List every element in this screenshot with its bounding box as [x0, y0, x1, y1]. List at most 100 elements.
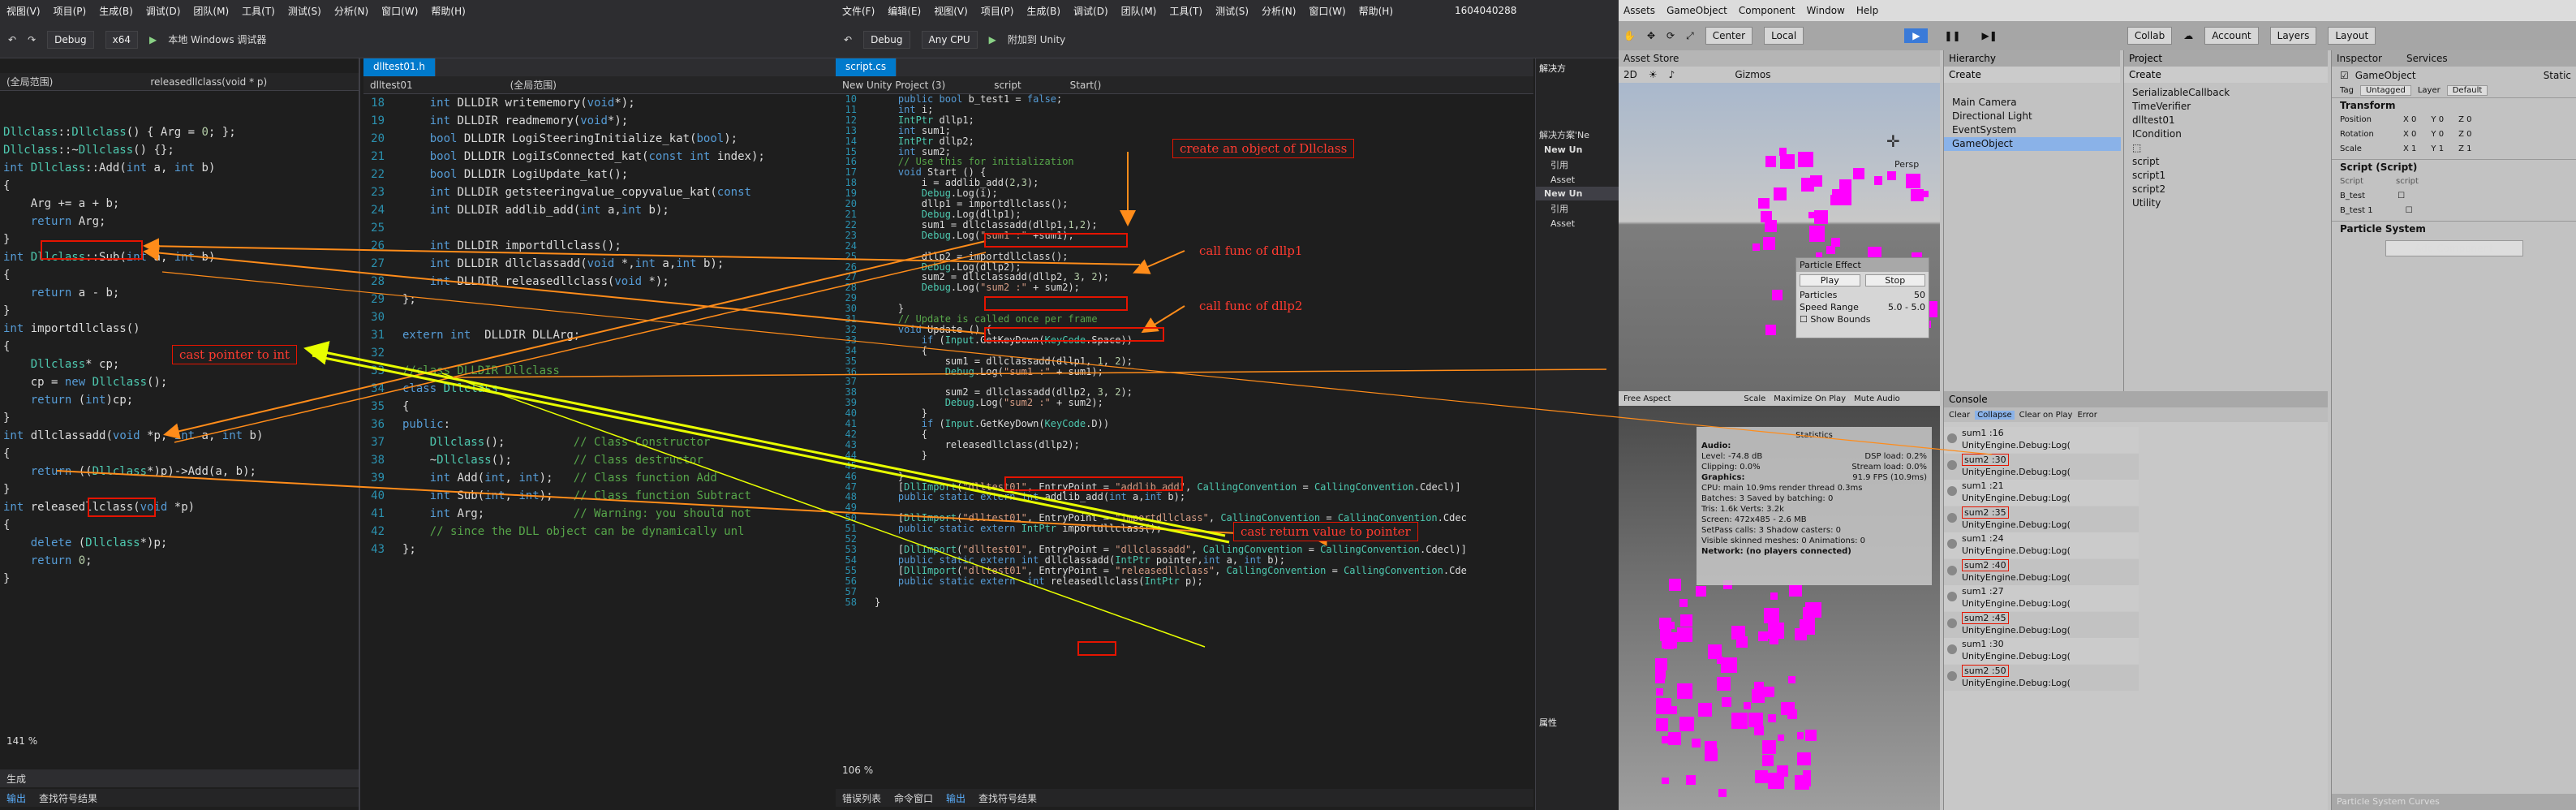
scene-gizmo-icon[interactable]: ✛: [1886, 131, 1900, 151]
redo-icon[interactable]: ↷: [28, 34, 36, 45]
menu-item[interactable]: 帮助(H): [431, 4, 465, 18]
nav-scope[interactable]: (全局范围): [510, 78, 557, 92]
solution-item[interactable]: Asset: [1536, 217, 1619, 231]
scale-y[interactable]: Y 1: [2431, 144, 2444, 153]
pivot-center-toggle[interactable]: Center: [1705, 27, 1753, 45]
layer-dropdown[interactable]: Default: [2446, 84, 2488, 96]
hierarchy-item[interactable]: EventSystem: [1944, 123, 2121, 137]
active-checkbox[interactable]: ☑: [2340, 70, 2349, 81]
play-icon[interactable]: ▶: [989, 34, 996, 45]
account-name[interactable]: 1604040288: [1455, 5, 1516, 16]
console-clear-on-play-button[interactable]: Clear on Play: [2019, 411, 2073, 420]
platform-select[interactable]: x64: [105, 30, 138, 49]
console-entry[interactable]: sum1 :21 UnityEngine.Debug:Log(: [1944, 480, 2139, 506]
menu-item[interactable]: Help: [1856, 5, 1878, 16]
menu-item[interactable]: 项目(P): [981, 4, 1014, 18]
code-line[interactable]: 22 bool DLLDIR LogiUpdate_kat();: [363, 166, 765, 183]
console-collapse-button[interactable]: Collapse: [1975, 410, 2015, 420]
code-line[interactable]: 18 int DLLDIR writememory(void*);: [363, 94, 765, 112]
code-line[interactable]: 35{: [363, 398, 765, 416]
menu-item[interactable]: 团队(M): [193, 4, 229, 18]
position-x[interactable]: X 0: [2403, 115, 2416, 124]
code-line[interactable]: 29: [836, 293, 1467, 304]
code-line[interactable]: 41 if (Input.GetKeyDown(KeyCode.D)): [836, 419, 1467, 429]
maximize-toggle[interactable]: Maximize On Play: [1774, 394, 1846, 403]
code-line[interactable]: 42 // since the DLL object can be dynami…: [363, 523, 765, 541]
menu-item[interactable]: 生成(B): [99, 4, 133, 18]
menu-item[interactable]: 团队(M): [1121, 4, 1157, 18]
hierarchy-item[interactable]: Directional Light: [1944, 110, 2121, 123]
code-line[interactable]: }: [3, 409, 263, 427]
code-line[interactable]: int Dllclass::Add(int a, int b): [3, 159, 263, 177]
hand-tool-icon[interactable]: ✋: [1623, 30, 1636, 41]
aspect-dropdown[interactable]: Free Aspect: [1623, 394, 1671, 403]
console-entry[interactable]: sum2 :40 UnityEngine.Debug:Log(: [1944, 558, 2139, 585]
mode-2d-toggle[interactable]: 2D: [1623, 69, 1637, 80]
project-item[interactable]: SerializableCallback: [2124, 86, 2329, 100]
menu-item[interactable]: Component: [1739, 5, 1795, 16]
hierarchy-create[interactable]: Create: [1944, 67, 2120, 83]
code-line[interactable]: {: [3, 177, 263, 195]
rotation-z[interactable]: Z 0: [2458, 130, 2471, 139]
code-line[interactable]: 31 extern int DLLDIR DLLArg;: [363, 326, 765, 344]
move-tool-icon[interactable]: ✥: [1647, 30, 1655, 41]
code-line[interactable]: 36 public:: [363, 416, 765, 433]
particle-curves-bar[interactable]: Particle System Curves: [2332, 794, 2576, 810]
add-component-button[interactable]: Add Component: [2385, 240, 2523, 256]
menu-item[interactable]: 编辑(E): [888, 4, 921, 18]
undo-icon[interactable]: ↶: [8, 34, 16, 45]
pivot-local-toggle[interactable]: Local: [1764, 27, 1804, 45]
tab-asset-store[interactable]: Asset Store: [1623, 53, 1679, 64]
code-line[interactable]: 34 class Dllclass: [363, 380, 765, 398]
attach-unity-button[interactable]: 附加到 Unity: [1008, 32, 1065, 46]
code-line[interactable]: 58}: [836, 597, 1467, 608]
particle-stop-button[interactable]: Stop: [1864, 274, 1925, 287]
scale-z[interactable]: Z 1: [2458, 144, 2471, 153]
code-line[interactable]: int importdllclass(): [3, 320, 263, 338]
menu-item[interactable]: 帮助(H): [1359, 4, 1393, 18]
code-line[interactable]: 56 public static extern int releasedllcl…: [836, 575, 1467, 587]
play-icon[interactable]: ▶: [149, 34, 157, 45]
header-code[interactable]: 18 int DLLDIR writememory(void*); 19 int …: [363, 94, 765, 558]
config-select[interactable]: Debug: [863, 30, 910, 49]
code-line[interactable]: {: [3, 516, 263, 534]
b-test-checkbox[interactable]: ☐: [2398, 192, 2405, 200]
code-line[interactable]: 38 ~Dllclass(); // Class destructor: [363, 451, 765, 469]
project-item[interactable]: ⬚: [2124, 141, 2329, 155]
menu-item[interactable]: 视图(V): [934, 4, 968, 18]
console-entry[interactable]: sum1 :30 UnityEngine.Debug:Log(: [1944, 638, 2139, 664]
code-line[interactable]: 29};: [363, 291, 765, 308]
code-line[interactable]: 45: [836, 460, 1467, 472]
nav-file[interactable]: dlltest01: [370, 80, 413, 91]
menu-item[interactable]: 项目(P): [54, 4, 87, 18]
pause-button[interactable]: ❚❚: [1939, 28, 1965, 43]
menu-item[interactable]: Window: [1807, 5, 1845, 16]
tab-error-list[interactable]: 错误列表: [842, 791, 881, 805]
rotate-tool-icon[interactable]: ⟳: [1666, 30, 1675, 41]
script-component-header[interactable]: Script (Script): [2332, 159, 2576, 174]
rotation-x[interactable]: X 0: [2403, 130, 2416, 139]
console-entry[interactable]: sum2 :30 UnityEngine.Debug:Log(: [1944, 453, 2139, 480]
code-line[interactable]: }: [3, 302, 263, 320]
project-item[interactable]: TimeVerifier: [2124, 100, 2329, 114]
nav-project[interactable]: New Unity Project (3): [842, 80, 945, 91]
menu-item[interactable]: 工具(T): [1169, 4, 1202, 18]
solution-item[interactable]: 引用: [1536, 200, 1619, 217]
tab-inspector[interactable]: Inspector: [2337, 53, 2382, 64]
code-line[interactable]: 41 int Arg; // Warning: you should not: [363, 505, 765, 523]
code-line[interactable]: 20 bool DLLDIR LogiSteeringInitialize_ka…: [363, 130, 765, 148]
tab-command[interactable]: 命令窗口: [894, 791, 933, 805]
console-entry[interactable]: sum1 :24 UnityEngine.Debug:Log(: [1944, 532, 2139, 558]
solution-item[interactable]: 引用: [1536, 157, 1619, 173]
code-line[interactable]: 21 bool DLLDIR LogiIsConnected_kat(const…: [363, 148, 765, 166]
account-button[interactable]: Account: [2204, 27, 2259, 45]
code-line[interactable]: 28 Debug.Log("sum2 :" + sum2);: [836, 282, 1467, 293]
persp-label[interactable]: Persp: [1894, 159, 1919, 170]
play-button[interactable]: ▶: [1904, 28, 1929, 43]
code-line[interactable]: 27 int DLLDIR dllclassadd(void *,int a,i…: [363, 255, 765, 273]
particle-system-header[interactable]: Particle System: [2332, 221, 2576, 235]
code-line[interactable]: delete (Dllclass*)p;: [3, 534, 263, 552]
scene-canvas[interactable]: [1619, 83, 1940, 391]
project-item[interactable]: script2: [2124, 183, 2329, 196]
console-entry[interactable]: sum1 :27 UnityEngine.Debug:Log(: [1944, 585, 2139, 611]
